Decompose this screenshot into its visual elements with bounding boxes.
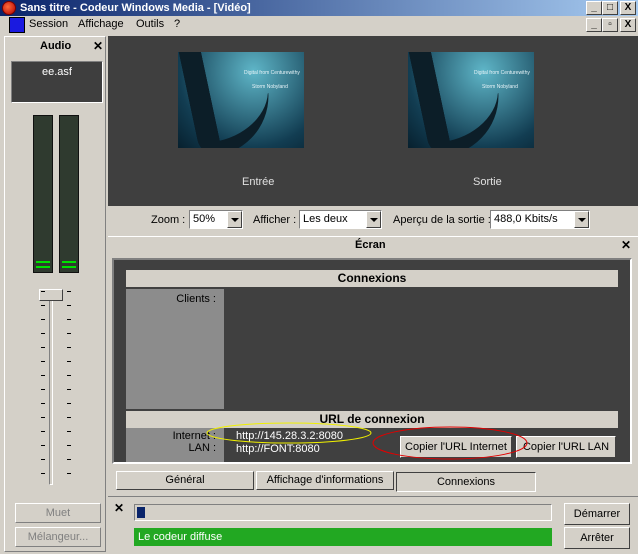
volume-tick xyxy=(41,291,45,292)
volume-tick xyxy=(41,375,45,376)
video-preview-area: Digital from Centurewithy Storm Nobyland… xyxy=(108,36,638,206)
highlight-ellipse-red xyxy=(372,426,528,460)
app-icon[interactable] xyxy=(2,1,16,15)
screen-panel-header: Écran ✕ xyxy=(108,236,638,254)
encoding-progress-bar xyxy=(134,504,552,521)
preview-toolbar: Zoom : 50% Afficher : Les deux Aperçu de… xyxy=(108,206,638,234)
close-button[interactable]: X xyxy=(620,1,636,15)
mdi-close-button[interactable]: X xyxy=(620,18,636,32)
chevron-down-icon[interactable] xyxy=(227,211,242,228)
tab-general[interactable]: Général xyxy=(116,471,254,490)
volume-tick xyxy=(41,431,45,432)
volume-tick xyxy=(67,333,71,334)
volume-tick xyxy=(41,305,45,306)
stop-button[interactable]: Arrêter xyxy=(564,527,630,549)
show-label: Afficher : xyxy=(253,214,297,226)
volume-tick xyxy=(67,417,71,418)
status-message: Le codeur diffuse xyxy=(134,528,552,546)
volume-tick xyxy=(41,347,45,348)
right-level-peak xyxy=(62,261,76,263)
volume-tick xyxy=(67,361,71,362)
volume-tick xyxy=(67,459,71,460)
audio-source-name: ee.asf xyxy=(42,66,72,78)
volume-tick xyxy=(41,403,45,404)
left-level-fill xyxy=(36,266,50,268)
highlight-ellipse-yellow xyxy=(206,422,372,444)
connections-panel: Connexions Clients : URL de connexion In… xyxy=(112,258,632,464)
menu-session[interactable]: Session xyxy=(29,18,68,30)
chevron-down-icon[interactable] xyxy=(366,211,381,228)
audio-panel: Audio ✕ ee.asf Muet Mélangeur... xyxy=(4,36,106,552)
clients-label: Clients : xyxy=(176,293,216,305)
right-level-meter xyxy=(59,115,79,273)
clients-label-column: Clients : xyxy=(126,289,224,409)
volume-tick xyxy=(67,431,71,432)
mdi-restore-button[interactable]: ▫ xyxy=(602,18,618,32)
start-button[interactable]: Démarrer xyxy=(564,503,630,525)
menu-bar: Session Affichage Outils ? _ ▫ X xyxy=(0,16,638,34)
output-preview-select[interactable]: 488,0 Kbits/s xyxy=(490,210,590,229)
input-label: Entrée xyxy=(242,176,275,188)
window-title: Sans titre - Codeur Windows Media - [Vid… xyxy=(20,2,251,14)
menu-help[interactable]: ? xyxy=(174,18,180,30)
volume-tick xyxy=(67,473,71,474)
volume-tick xyxy=(41,459,45,460)
volume-tick xyxy=(41,417,45,418)
title-bar: Sans titre - Codeur Windows Media - [Vid… xyxy=(0,0,638,16)
volume-tick xyxy=(41,361,45,362)
volume-tick xyxy=(67,291,71,292)
volume-tick xyxy=(67,305,71,306)
volume-tick xyxy=(67,445,71,446)
mixer-button[interactable]: Mélangeur... xyxy=(15,527,101,547)
document-icon[interactable] xyxy=(9,17,25,33)
status-close-icon[interactable]: ✕ xyxy=(114,501,124,515)
volume-tick xyxy=(41,473,45,474)
volume-tick xyxy=(41,319,45,320)
chevron-down-icon[interactable] xyxy=(574,211,589,228)
volume-tick xyxy=(67,319,71,320)
output-preview-label: Aperçu de la sortie : xyxy=(393,214,491,226)
volume-tick xyxy=(41,389,45,390)
output-video-thumbnail: Digital from Centurewithy Storm Nobyland xyxy=(408,52,534,148)
maximize-button[interactable]: □ xyxy=(602,1,618,15)
connections-title: Connexions xyxy=(126,270,618,287)
audio-source-box[interactable]: ee.asf xyxy=(11,61,103,103)
menu-affichage[interactable]: Affichage xyxy=(78,18,124,30)
screen-close-icon[interactable]: ✕ xyxy=(621,238,631,252)
right-level-fill xyxy=(62,266,76,268)
volume-slider-track[interactable] xyxy=(49,289,53,485)
progress-fill xyxy=(137,507,146,518)
output-label: Sortie xyxy=(473,176,502,188)
volume-tick xyxy=(67,403,71,404)
menu-outils[interactable]: Outils xyxy=(136,18,164,30)
volume-tick xyxy=(67,375,71,376)
clients-list[interactable] xyxy=(224,289,618,409)
audio-panel-title: Audio xyxy=(40,40,72,52)
mute-button[interactable]: Muet xyxy=(15,503,101,523)
zoom-label: Zoom : xyxy=(151,214,186,226)
left-level-peak xyxy=(36,261,50,263)
left-level-meter xyxy=(33,115,53,273)
screen-panel-title: Écran xyxy=(355,239,386,251)
tab-info-display[interactable]: Affichage d'informations xyxy=(256,471,394,490)
copy-lan-url-button[interactable]: Copier l'URL LAN xyxy=(516,436,616,458)
tab-connections[interactable]: Connexions xyxy=(396,472,536,492)
audio-close-icon[interactable]: ✕ xyxy=(93,39,103,53)
mdi-minimize-button[interactable]: _ xyxy=(586,18,602,32)
zoom-select[interactable]: 50% xyxy=(189,210,243,229)
volume-tick xyxy=(67,389,71,390)
minimize-button[interactable]: _ xyxy=(586,1,602,15)
show-select[interactable]: Les deux xyxy=(299,210,382,229)
input-video-thumbnail: Digital from Centurewithy Storm Nobyland xyxy=(178,52,304,148)
volume-tick xyxy=(67,347,71,348)
volume-tick xyxy=(41,333,45,334)
volume-tick xyxy=(41,445,45,446)
